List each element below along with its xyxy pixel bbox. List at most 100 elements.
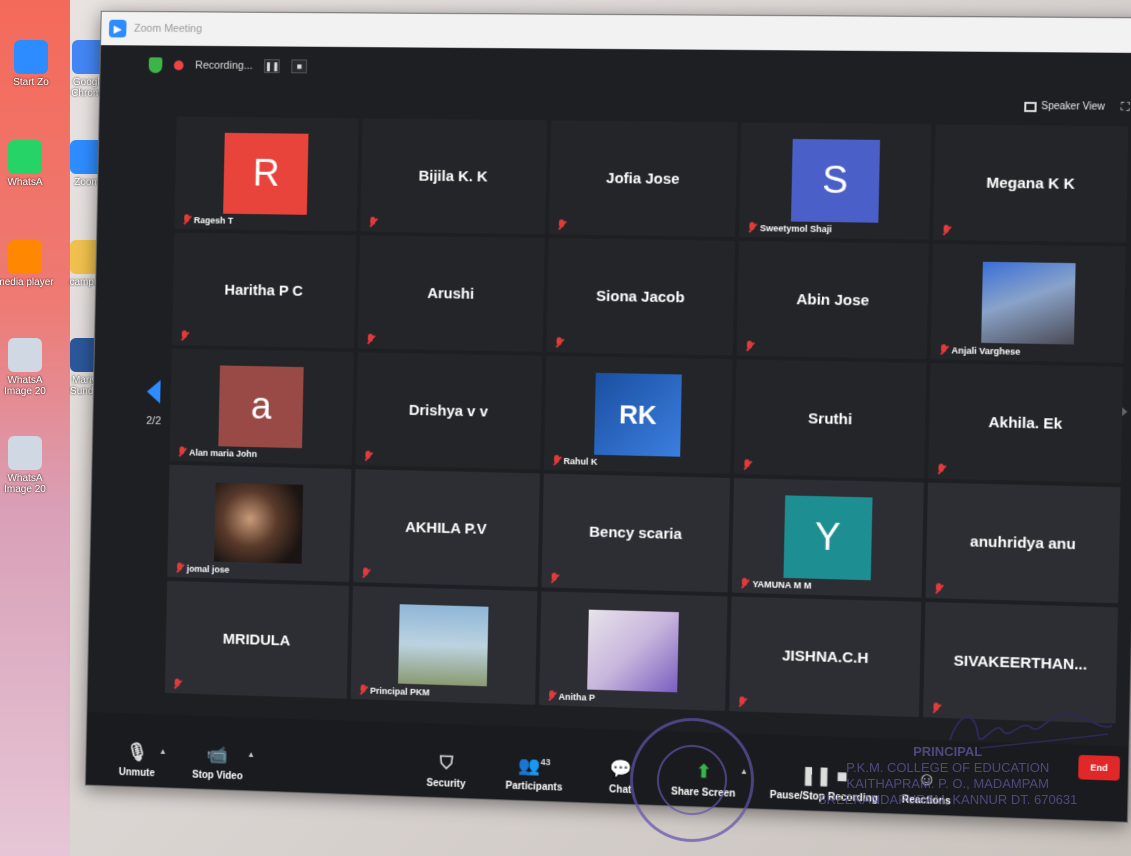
zoom-icon: ▶ <box>108 19 127 38</box>
image-icon <box>8 338 42 372</box>
participant-tile[interactable]: JISHNA.C.H <box>729 596 922 718</box>
participant-tile[interactable]: Jofia Jose <box>548 120 738 237</box>
window-titlebar: ▶ Zoom Meeting <box>101 11 1131 53</box>
stop-video-button[interactable]: 📹 Stop Video ▲ <box>192 744 255 783</box>
participant-tile[interactable]: Bijila K. K <box>360 118 547 235</box>
speaker-view-button[interactable]: Speaker View <box>1024 101 1105 113</box>
desktop-icon-label: Zoom <box>74 177 100 188</box>
chat-button[interactable]: 💬 Chat <box>609 758 632 796</box>
participants-label: Participants <box>505 780 563 794</box>
security-button[interactable]: ⛉ Security <box>426 752 466 790</box>
desktop-icon[interactable]: media player <box>0 240 56 288</box>
stamp-title: PRINCIPAL <box>913 744 983 759</box>
participant-tile[interactable]: Haritha P C <box>171 232 357 349</box>
chat-bubble-icon: 💬 <box>609 758 633 780</box>
participant-name: MRIDULA <box>222 630 291 650</box>
participant-tile[interactable]: Y YAMUNA M M <box>732 478 925 598</box>
participant-name-tag: Sweetymol Shaji <box>759 222 832 234</box>
participant-tile[interactable]: Siona Jacob <box>545 238 736 356</box>
participant-label <box>180 330 189 341</box>
participant-tile[interactable]: RK Rahul K <box>543 355 733 474</box>
gallery-view: R Ragesh T Bijila K. K Jofia Jose S Sweetymol… <box>164 116 1129 724</box>
desktop-icon-label: WhatsA Image 20 <box>4 473 46 495</box>
desktop-icon[interactable]: WhatsA Image 20 <box>0 436 56 495</box>
participant-name-tag: Alan maria John <box>189 447 258 459</box>
speaker-view-icon <box>1024 101 1038 112</box>
participant-label <box>937 464 946 475</box>
participant-tile[interactable]: jomal jose <box>167 464 352 582</box>
recording-indicator-icon <box>173 60 184 71</box>
participant-name: Akhila. Ek <box>988 413 1063 433</box>
desktop-icon[interactable]: WhatsA <box>0 140 56 188</box>
muted-microphone-icon <box>556 219 565 230</box>
muted-microphone-icon <box>177 446 186 457</box>
participant-tile[interactable]: anuhridya anu <box>925 482 1121 604</box>
unmute-button[interactable]: 🎙 Unmute ▲ <box>119 741 167 779</box>
participant-name: AKHILA P.V <box>405 518 487 538</box>
participant-name-tag: jomal jose <box>186 563 230 575</box>
participant-label <box>743 459 752 470</box>
participants-button[interactable]: 👥43 Participants <box>505 751 563 794</box>
participant-tile[interactable]: AKHILA P.V <box>352 469 540 588</box>
participant-label: Anjali Varghese <box>939 344 1020 357</box>
participant-tile[interactable]: Drishya v v <box>355 352 542 470</box>
participant-tile[interactable]: S Sweetymol Shaji <box>739 122 932 240</box>
screenshot-photo: Start Zo Google Chrome WhatsA Zoom media pla… <box>0 0 1131 856</box>
participant-label <box>549 573 558 584</box>
security-label: Security <box>426 777 466 791</box>
participant-tile[interactable]: Bency scaria <box>541 473 731 593</box>
page-indicator: 2/2 <box>146 415 162 428</box>
stamp-line-2: KAITHAPRAM. P. O., MADAMPAM <box>846 776 1049 791</box>
participant-video <box>214 482 304 564</box>
participant-label <box>934 583 943 594</box>
muted-microphone-icon <box>366 334 375 345</box>
fullscreen-icon[interactable]: ⛶ <box>1121 100 1130 115</box>
encryption-shield-icon[interactable] <box>148 57 163 74</box>
participant-label: YAMUNA M M <box>740 578 811 591</box>
muted-microphone-icon <box>745 341 754 352</box>
participant-video <box>980 261 1076 345</box>
stop-video-label: Stop Video <box>192 769 243 783</box>
participant-tile[interactable]: Arushi <box>357 235 545 352</box>
participant-label <box>554 337 563 348</box>
muted-microphone-icon <box>748 222 757 233</box>
participant-tile[interactable]: a Alan maria John <box>169 348 354 466</box>
video-camera-icon: 📹 <box>206 744 229 765</box>
desktop-icon-label: WhatsA Image 20 <box>4 375 46 397</box>
pause-recording-icon[interactable]: ❚❚ <box>264 59 281 74</box>
muted-microphone-icon <box>363 451 372 462</box>
muted-microphone-icon <box>554 337 563 348</box>
participant-tile[interactable]: Sruthi <box>734 359 927 479</box>
chevron-up-icon[interactable]: ▲ <box>247 750 255 759</box>
participant-tile[interactable]: Principal PKM <box>350 586 538 705</box>
stop-recording-icon[interactable]: ■ <box>291 59 308 74</box>
participant-label: Alan maria John <box>177 446 257 459</box>
participant-name: SIVAKEERTHAN... <box>953 651 1088 674</box>
desktop-icon[interactable]: Start Zo <box>0 40 62 88</box>
desktop-icon[interactable]: WhatsA Image 20 <box>0 338 56 397</box>
muted-microphone-icon <box>743 459 752 470</box>
participant-tile[interactable]: Anitha P <box>538 591 728 711</box>
participant-name: Jofia Jose <box>605 169 680 188</box>
desktop-icon-label: media player <box>0 277 54 288</box>
participant-tile[interactable]: R Ragesh T <box>174 116 359 232</box>
participant-label <box>366 334 375 345</box>
participant-label <box>363 451 372 462</box>
muted-microphone-icon <box>939 344 948 355</box>
microphone-muted-icon: 🎙 <box>125 741 149 763</box>
profile-logo: RK <box>594 372 682 457</box>
muted-microphone-icon <box>173 678 182 689</box>
participant-tile[interactable]: Anjali Varghese <box>930 243 1126 363</box>
participant-tile[interactable]: MRIDULA <box>164 580 349 699</box>
stamp-line-3: SREEKANDAPURAM, KANNUR DT. 670631 <box>818 792 1078 807</box>
participant-tile[interactable]: Akhila. Ek <box>928 363 1124 484</box>
muted-microphone-icon <box>738 696 747 707</box>
participant-tile[interactable]: Abin Jose <box>737 240 930 360</box>
chevron-up-icon[interactable]: ▲ <box>159 747 167 756</box>
muted-microphone-icon <box>937 464 946 475</box>
participant-label <box>942 225 951 236</box>
previous-page-arrow-icon[interactable] <box>146 379 161 404</box>
desktop-background <box>0 0 70 856</box>
participant-tile[interactable]: Megana K K <box>933 124 1129 243</box>
muted-microphone-icon <box>361 567 370 578</box>
